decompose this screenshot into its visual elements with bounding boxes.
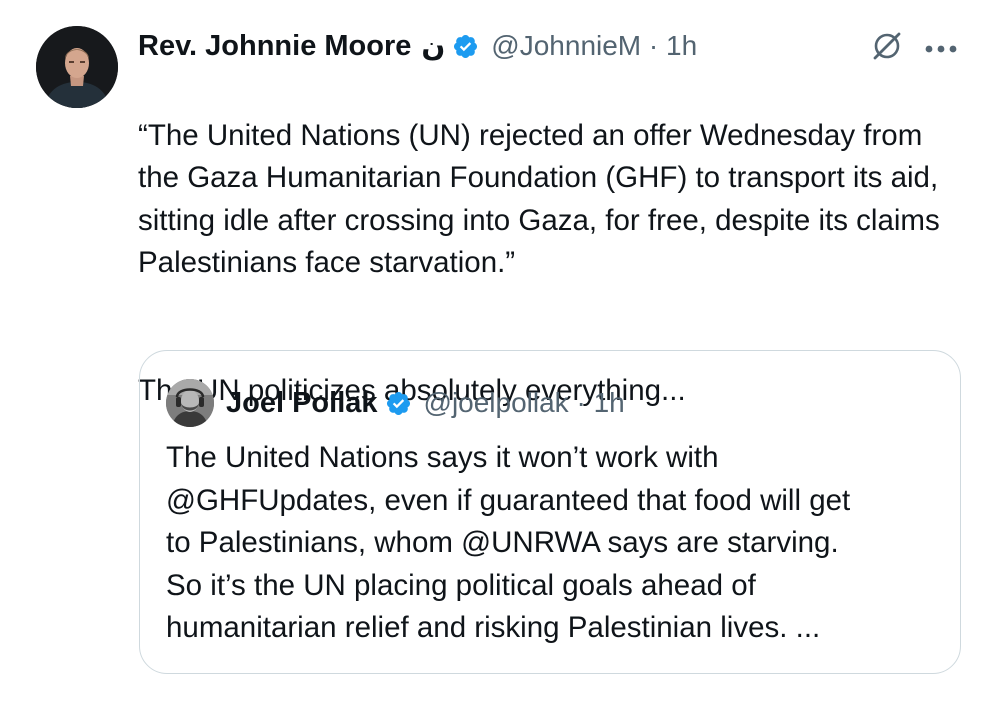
quoted-tweet-line: The United Nations says it won’t work wi…	[166, 441, 719, 474]
quoted-tweet-line: So it’s the UN placing political goals a…	[166, 568, 756, 602]
author-avatar-image	[36, 26, 118, 108]
tweet-actions	[870, 28, 958, 64]
author-avatar[interactable]	[36, 26, 118, 108]
tweet-header: Rev. Johnnie Moore ن @JohnnieM · 1h	[138, 26, 697, 66]
author-handle[interactable]: @JohnnieM	[491, 30, 641, 61]
author-display-name[interactable]: Rev. Johnnie Moore	[138, 30, 411, 63]
quoted-tweet-line: to Palestinians, whom @UNRWA says are st…	[166, 526, 839, 559]
author-name-glyph: ن	[421, 30, 446, 62]
quoted-tweet-body: The United Nations says it won’t work wi…	[166, 437, 946, 650]
author-handle-time[interactable]: @JohnnieM · 1h	[491, 30, 697, 62]
grok-icon[interactable]	[870, 29, 904, 63]
quoted-author-handle[interactable]: @joelpollak	[424, 387, 569, 418]
quoted-tweet[interactable]: Joel Pollak @joelpollak · 1h The United …	[139, 350, 961, 674]
quoted-author-display-name[interactable]: Joel Pollak	[226, 387, 378, 420]
quoted-tweet-time[interactable]: 1h	[594, 387, 625, 418]
more-options-icon[interactable]	[924, 41, 958, 53]
tweet-body-paragraph: “The United Nations (UN) rejected an off…	[138, 118, 940, 280]
verified-badge-icon[interactable]	[452, 33, 479, 60]
time-separator: ·	[648, 30, 659, 61]
quoted-author-avatar[interactable]	[166, 379, 214, 427]
tweet[interactable]: Rev. Johnnie Moore ن @JohnnieM · 1h “The…	[0, 0, 1000, 705]
quoted-author-avatar-image	[166, 379, 214, 427]
time-separator: ·	[576, 387, 586, 418]
verified-badge-icon[interactable]	[385, 390, 412, 417]
quoted-tweet-header: Joel Pollak @joelpollak · 1h	[226, 383, 625, 423]
tweet-time[interactable]: 1h	[666, 30, 697, 61]
quoted-tweet-line: @GHFUpdates, even if guaranteed that foo…	[166, 483, 851, 517]
quoted-author-handle-time[interactable]: @joelpollak · 1h	[424, 387, 625, 419]
quoted-tweet-line: humanitarian relief and risking Palestin…	[166, 611, 821, 644]
